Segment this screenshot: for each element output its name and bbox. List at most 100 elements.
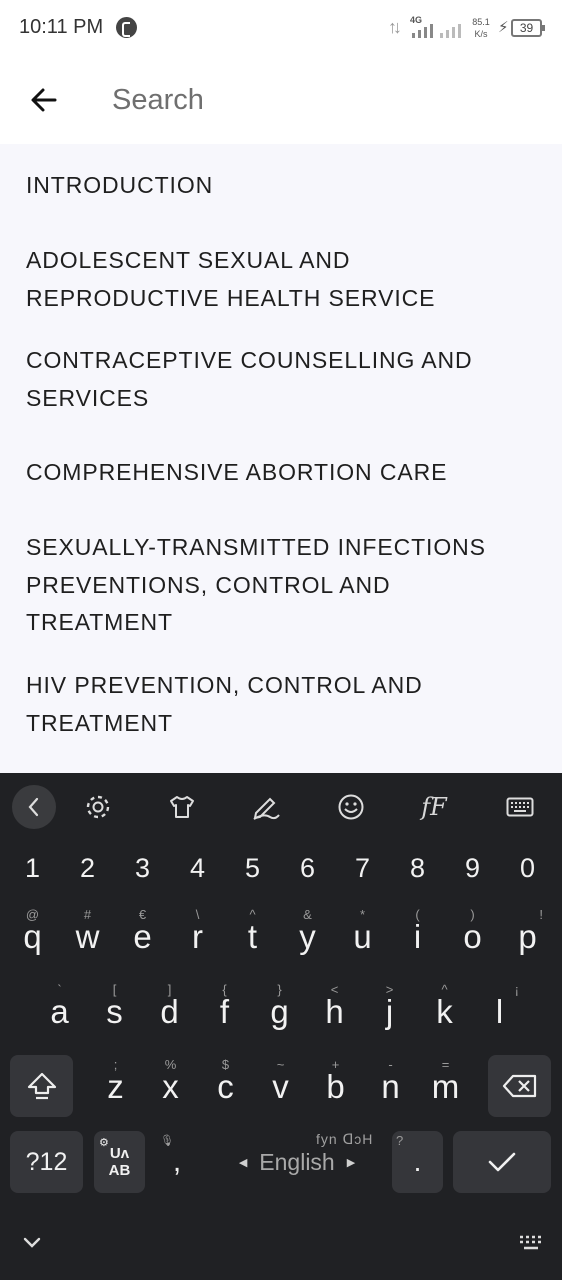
key-n[interactable]: -n <box>363 1053 418 1121</box>
key-f[interactable]: {f <box>197 978 252 1046</box>
switch-keyboard-button[interactable] <box>512 1229 550 1257</box>
key-g[interactable]: } g <box>252 978 307 1046</box>
key-m[interactable]: = m <box>418 1053 473 1121</box>
key-q[interactable]: @ q <box>5 903 60 971</box>
key-l[interactable]: ¡ l <box>472 978 527 1046</box>
key-hint: { <box>222 982 227 997</box>
key-label: g <box>270 993 289 1030</box>
key-hint: € <box>138 907 147 922</box>
battery-icon: 39 <box>511 19 545 37</box>
key-hint: > <box>385 982 394 997</box>
key-hint: % <box>164 1057 177 1072</box>
key-j[interactable]: > j <box>362 978 417 1046</box>
status-time: 10:11 PM <box>19 16 104 38</box>
key-hint: = <box>441 1057 450 1072</box>
key-w[interactable]: # w <box>60 903 115 971</box>
space-language-label: English <box>259 1148 335 1175</box>
lang-switch-top-label: Uʌ <box>109 1145 130 1162</box>
key-2[interactable]: 2 <box>60 845 115 891</box>
lang-switch-bottom-label: AB <box>108 1162 131 1179</box>
keyboard-icon <box>520 1235 541 1250</box>
key-hint: ¡ <box>514 982 519 997</box>
key-s[interactable]: [s <box>87 978 142 1046</box>
result-sti[interactable]: SEXUALLY-TRANSMITTED INFECTIONS PREVENTI… <box>26 529 516 642</box>
search-header <box>0 56 562 144</box>
key-x[interactable]: % x <box>143 1053 198 1121</box>
key-5[interactable]: 5 <box>225 845 280 891</box>
key-i[interactable]: (i <box>390 903 445 971</box>
period-key[interactable]: ? . <box>392 1131 443 1193</box>
comma-key[interactable]: , <box>152 1145 202 1195</box>
shift-icon <box>27 1072 56 1100</box>
key-label: h <box>325 993 344 1030</box>
key-label: o <box>463 918 482 955</box>
key-c[interactable]: $ c <box>198 1053 253 1121</box>
period-label: . <box>413 1146 422 1177</box>
key-6[interactable]: 6 <box>280 845 335 891</box>
keyboard-settings-button[interactable] <box>76 785 120 829</box>
key-k[interactable]: ^ k <box>417 978 472 1046</box>
signal-icon <box>410 22 462 38</box>
key-4[interactable]: 4 <box>170 845 225 891</box>
key-label: f <box>219 993 230 1030</box>
period-hint: ? <box>396 1133 404 1148</box>
key-hint: ( <box>415 907 420 922</box>
key-e[interactable]: € e <box>115 903 170 971</box>
result-introduction[interactable]: INTRODUCTION <box>26 167 546 205</box>
key-label: m <box>431 1068 460 1105</box>
key-label: j <box>385 993 394 1030</box>
result-contraceptive[interactable]: CONTRACEPTIVE COUNSELLING AND SERVICES <box>26 342 546 417</box>
key-1[interactable]: 1 <box>5 845 60 891</box>
key-d[interactable]: ] d <box>142 978 197 1046</box>
result-adolescent-health[interactable]: ADOLESCENT SEXUAL AND REPRODUCTIVE HEALT… <box>26 242 546 317</box>
enter-key[interactable] <box>453 1131 551 1193</box>
back-arrow-icon <box>31 88 57 112</box>
keyboard-handwriting-button[interactable] <box>244 785 288 829</box>
shift-key[interactable] <box>10 1055 73 1117</box>
key-y[interactable]: & y <box>280 903 335 971</box>
key-u[interactable]: * u <box>335 903 390 971</box>
key-a[interactable]: ` a <box>32 978 87 1046</box>
key-o[interactable]: ) o <box>445 903 500 971</box>
key-7[interactable]: 7 <box>335 845 390 891</box>
key-hint: * <box>359 907 366 922</box>
keyboard-emoji-button[interactable] <box>329 785 373 829</box>
key-label: x <box>162 1068 179 1105</box>
key-label: z <box>107 1068 124 1105</box>
handwriting-icon <box>253 797 280 820</box>
key-b[interactable]: + b <box>308 1053 363 1121</box>
hide-keyboard-button[interactable] <box>14 1229 50 1257</box>
key-hint: ] <box>167 982 172 997</box>
result-abortion-care[interactable]: COMPREHENSIVE ABORTION CARE <box>26 454 546 492</box>
key-h[interactable]: < h <box>307 978 362 1046</box>
symbols-key[interactable]: ?12 <box>10 1131 83 1193</box>
key-label: d <box>160 993 179 1030</box>
key-8[interactable]: 8 <box>390 845 445 891</box>
key-label: q <box>23 918 42 955</box>
back-button[interactable] <box>18 76 70 124</box>
key-hint: ^ <box>249 907 256 922</box>
key-p[interactable]: ! p <box>500 903 555 971</box>
key-label: p <box>518 918 537 955</box>
key-z[interactable]: ; z <box>88 1053 143 1121</box>
key-hint: < <box>330 982 339 997</box>
key-r[interactable]: \ r <box>170 903 225 971</box>
emoji-icon <box>338 794 364 820</box>
key-v[interactable]: ~ v <box>253 1053 308 1121</box>
space-key[interactable]: ◀ English ▶ <box>208 1131 386 1193</box>
search-input[interactable] <box>112 74 532 126</box>
backspace-icon <box>502 1074 536 1098</box>
keyboard-font-button[interactable]: fF <box>412 785 456 829</box>
key-hint: + <box>331 1057 340 1072</box>
keyboard-theme-button[interactable] <box>160 785 204 829</box>
key-3[interactable]: 3 <box>115 845 170 891</box>
key-0[interactable]: 0 <box>500 845 555 891</box>
backspace-key[interactable] <box>488 1055 551 1117</box>
keyboard: fF 1 2 3 4 5 6 7 8 9 0 @ q # w € e \ r ^ t & y… <box>0 773 562 1280</box>
language-switch-key[interactable]: ⚙ Uʌ AB <box>94 1131 145 1193</box>
keyboard-layout-button[interactable] <box>498 785 542 829</box>
key-9[interactable]: 9 <box>445 845 500 891</box>
key-t[interactable]: ^ t <box>225 903 280 971</box>
result-hiv[interactable]: HIV PREVENTION, CONTROL AND TREATMENT <box>26 667 546 742</box>
keyboard-toolbar-collapse-button[interactable] <box>12 785 56 829</box>
